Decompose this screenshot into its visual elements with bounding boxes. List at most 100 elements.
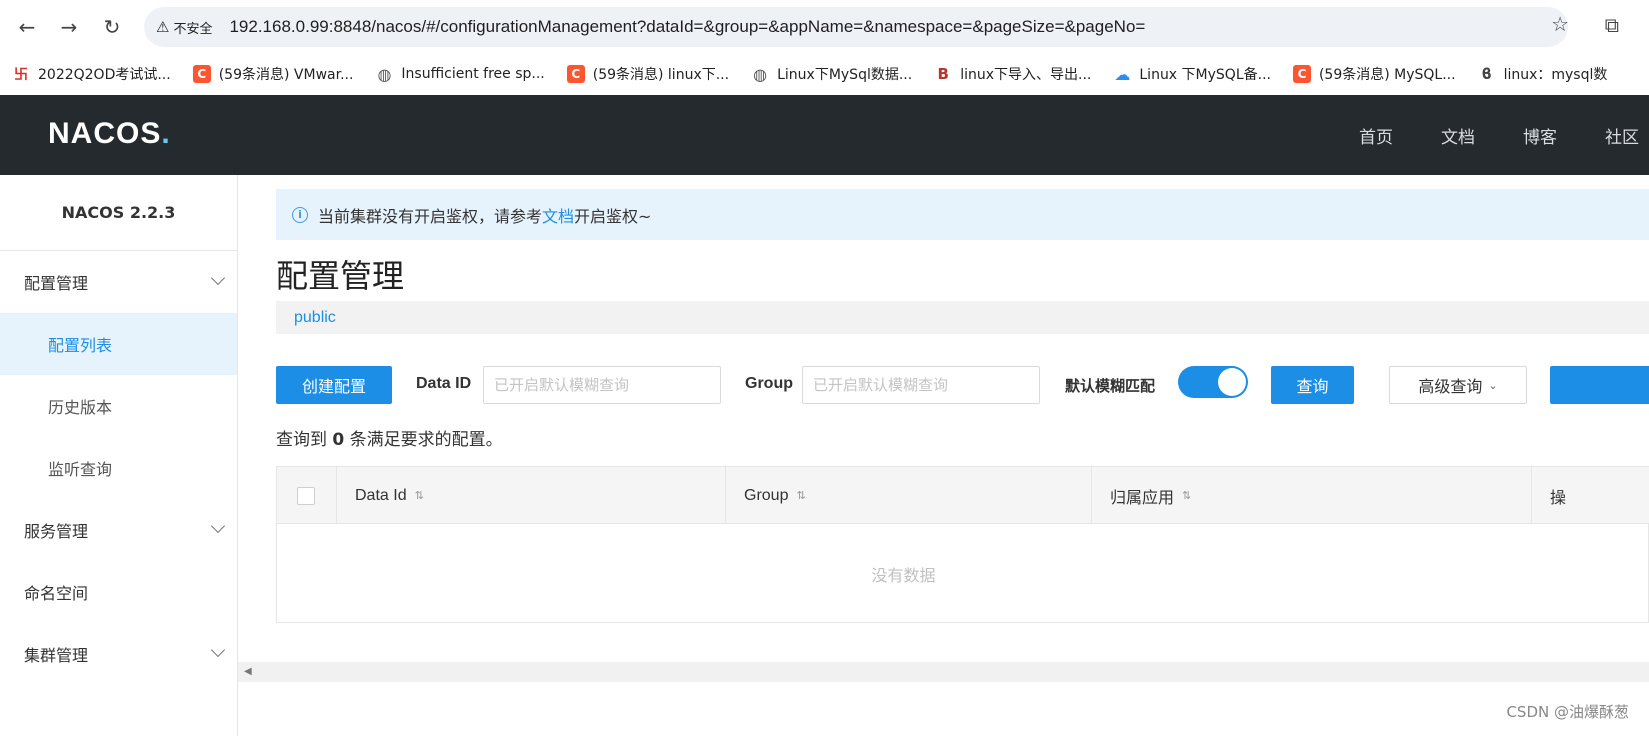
nacos-logo[interactable]: NACOS. (48, 117, 171, 151)
bookmark-item[interactable]: C (59条消息) linux下... (566, 64, 730, 84)
bookmark-label: Linux下MySql数据... (777, 67, 913, 83)
insecure-label: 不安全 (173, 21, 213, 37)
scroll-left-icon[interactable]: ◀ (244, 666, 252, 677)
column-data-id[interactable]: Data Id ⇅ (337, 467, 726, 524)
column-label: Data Id (355, 486, 407, 504)
sidebar-item-history[interactable]: 历史版本 (0, 375, 237, 437)
namespace-bar: public (276, 301, 1649, 334)
column-group[interactable]: Group ⇅ (726, 467, 1092, 524)
notice-text-end: 开启鉴权~ (574, 206, 652, 226)
group-input[interactable] (802, 366, 1040, 404)
blog-favicon-icon: B (937, 65, 949, 83)
result-prefix: 查询到 (276, 430, 333, 450)
globe-icon: ◍ (753, 64, 768, 84)
bookmark-label: linux：mysql数 (1503, 67, 1608, 83)
query-button[interactable]: 查询 (1271, 366, 1354, 404)
address-bar[interactable]: ⚠ 不安全 192.168.0.99:8848/nacos/#/configur… (144, 7, 1568, 47)
bookmark-label: Insufficient free sp... (401, 66, 545, 82)
sidebar-item-label: 配置列表 (48, 336, 113, 355)
app-header: NACOS. 首页 文档 博客 社区 (0, 95, 1649, 175)
result-summary: 查询到 0 条满足要求的配置。 (276, 425, 503, 450)
sidebar: NACOS 2.2.3 配置管理 配置列表 历史版本 监听查询 服务管理 命名空… (0, 175, 238, 736)
nav-community[interactable]: 社区 (1605, 123, 1639, 148)
extensions-icon[interactable]: ⧉ (1605, 13, 1619, 37)
nav-docs[interactable]: 文档 (1441, 123, 1475, 148)
column-label: 操 (1550, 487, 1567, 507)
sidebar-item-service-management[interactable]: 服务管理 (0, 499, 237, 561)
sort-icon[interactable]: ⇅ (415, 489, 424, 502)
chevron-down-icon (210, 518, 226, 534)
bookmark-item[interactable]: ☁ Linux 下MySQL备... (1113, 64, 1271, 84)
sidebar-item-config-list[interactable]: 配置列表 (0, 313, 237, 375)
bookmark-item[interactable]: ◍ Insufficient free sp... (375, 64, 545, 84)
reload-icon[interactable]: ↻ (97, 12, 127, 42)
result-count: 0 (332, 430, 345, 450)
security-chip[interactable]: ⚠ 不安全 (154, 13, 221, 41)
watermark: CSDN @油爆酥葱 (1506, 703, 1629, 721)
fuzzy-match-toggle[interactable] (1178, 366, 1248, 398)
bookmark-label: (59条消息) linux下... (592, 67, 730, 83)
search-toolbar: 创建配置 Data ID Group 默认模糊匹配 查询 高级查询 ⌄ (276, 366, 1649, 404)
bookmark-label: 2022Q2OD考试试... (38, 67, 171, 83)
warning-icon: ⚠ (156, 18, 170, 36)
select-all-cell (277, 467, 337, 524)
sidebar-item-label: 集群管理 (24, 646, 89, 665)
toggle-knob (1218, 368, 1246, 396)
config-table: Data Id ⇅ Group ⇅ 归属应用 ⇅ 操 没有数据 (276, 466, 1649, 623)
forward-arrow-icon[interactable]: → (54, 12, 84, 42)
advanced-query-label: 高级查询 (1418, 377, 1483, 396)
sort-icon[interactable]: ⇅ (1182, 489, 1191, 502)
chevron-down-icon (210, 642, 226, 658)
bookmark-item[interactable]: B linux下导入、导出... (934, 64, 1091, 84)
fuzzy-match-label: 默认模糊匹配 (1065, 377, 1156, 395)
bookmark-item[interactable]: 卐 2022Q2OD考试试... (12, 64, 171, 84)
bookmark-favicon-icon: 卐 (14, 67, 28, 83)
horizontal-scrollbar[interactable]: ◀ (238, 662, 1649, 682)
bookmark-item[interactable]: C (59条消息) VMwar... (192, 64, 354, 84)
chevron-down-icon (210, 270, 226, 286)
group-label: Group (745, 375, 793, 392)
browser-toolbar: ← → ↻ ⚠ 不安全 192.168.0.99:8848/nacos/#/co… (0, 0, 1649, 54)
notice-text: 当前集群没有开启鉴权，请参考 (318, 206, 543, 226)
column-actions: 操 (1532, 467, 1649, 524)
column-label: Group (744, 486, 789, 504)
sidebar-item-label: 监听查询 (48, 460, 113, 479)
advanced-query-button[interactable]: 高级查询 ⌄ (1389, 366, 1527, 404)
more-button[interactable] (1550, 366, 1649, 404)
bookmark-label: Linux 下MySQL备... (1139, 67, 1271, 83)
info-icon: i (292, 206, 308, 223)
back-arrow-icon[interactable]: ← (12, 12, 42, 42)
sidebar-item-listener-query[interactable]: 监听查询 (0, 437, 237, 499)
csdn-favicon-icon: C (192, 65, 211, 83)
sidebar-item-cluster-management[interactable]: 集群管理 (0, 623, 237, 685)
bookmark-star-icon[interactable]: ☆ (1551, 12, 1569, 36)
sidebar-item-label: 命名空间 (24, 584, 89, 603)
namespace-public[interactable]: public (294, 309, 336, 327)
bookmark-label: (59条消息) VMwar... (218, 67, 354, 83)
empty-state: 没有数据 (871, 565, 936, 585)
create-config-button[interactable]: 创建配置 (276, 366, 392, 404)
bookmark-label: linux下导入、导出... (960, 67, 1092, 83)
docs-link[interactable]: 文档 (542, 203, 574, 227)
sidebar-item-label: 服务管理 (24, 522, 89, 541)
url-text[interactable]: 192.168.0.99:8848/nacos/#/configurationM… (229, 17, 1145, 37)
site-favicon-icon: ϐ (1481, 65, 1492, 83)
nav-blog[interactable]: 博客 (1523, 123, 1557, 148)
globe-icon: ◍ (377, 64, 392, 84)
bookmark-item[interactable]: C (59条消息) MySQL... (1292, 64, 1456, 84)
column-label: 归属应用 (1110, 487, 1175, 507)
csdn-favicon-icon: C (1292, 65, 1311, 83)
sidebar-item-namespace[interactable]: 命名空间 (0, 561, 237, 623)
select-all-checkbox[interactable] (297, 486, 315, 505)
bookmark-item[interactable]: ϐ linux：mysql数 (1478, 64, 1608, 84)
sort-icon[interactable]: ⇅ (796, 489, 805, 502)
main-content: i 当前集群没有开启鉴权，请参考 文档 开启鉴权~ 配置管理 public 创建配置… (238, 175, 1649, 736)
column-app[interactable]: 归属应用 ⇅ (1092, 467, 1532, 524)
bookmark-item[interactable]: ◍ Linux下MySql数据... (751, 64, 912, 84)
nav-home[interactable]: 首页 (1359, 123, 1393, 148)
data-id-input[interactable] (483, 366, 721, 404)
chevron-down-icon: ⌄ (1488, 378, 1498, 392)
result-suffix: 条满足要求的配置。 (344, 430, 503, 450)
page-title: 配置管理 (276, 257, 405, 295)
sidebar-item-config-management[interactable]: 配置管理 (0, 251, 237, 313)
